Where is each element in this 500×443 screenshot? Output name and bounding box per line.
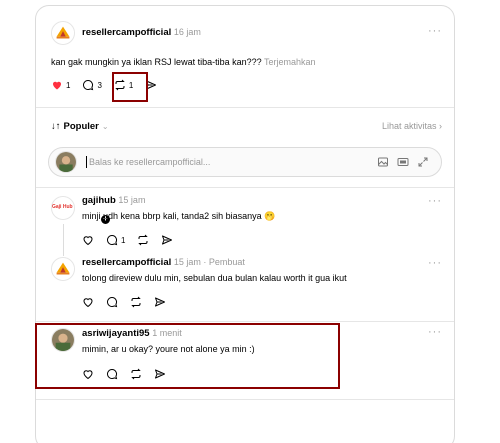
repost-icon (137, 234, 149, 246)
repost-button[interactable] (137, 234, 149, 246)
like-button[interactable] (82, 234, 94, 246)
heart-icon (82, 296, 94, 308)
share-icon (145, 79, 157, 91)
more-icon[interactable]: ··· (428, 257, 442, 269)
view-activity-link[interactable]: Lihat aktivitas › (382, 121, 442, 131)
reply-meta: 15 jam · Pembuat (173, 257, 245, 267)
reply-author[interactable]: asriwijayanti95 1 menit (82, 328, 182, 339)
reply-avatar[interactable] (51, 257, 75, 281)
current-user-avatar (55, 151, 77, 173)
image-icon[interactable] (377, 156, 389, 168)
divider (36, 187, 454, 188)
post-time: 16 jam (173, 27, 201, 37)
post-text: kan gak mungkin ya iklan RSJ lewat tiba-… (51, 57, 262, 67)
like-count: 1 (66, 80, 71, 90)
reply-text: tolong direview dulu min, sebulan dua bu… (82, 273, 347, 283)
chevron-down-icon: ⌄ (101, 122, 109, 131)
sort-label: Populer (63, 121, 99, 132)
translate-link[interactable]: Terjemahkan (264, 57, 316, 67)
repost-icon (130, 368, 142, 380)
more-icon[interactable]: ··· (428, 326, 442, 338)
divider (36, 321, 454, 322)
heart-icon (82, 368, 94, 380)
reply-tools (369, 156, 429, 168)
share-icon (161, 234, 173, 246)
reply-author[interactable]: resellercampofficial 15 jam · Pembuat (82, 257, 245, 268)
reply-avatar[interactable] (51, 328, 75, 352)
repost-button[interactable] (130, 368, 142, 380)
reply-author[interactable]: gajihub 15 jam (82, 195, 145, 206)
reply-text: minji udh kena bbrp kali, tanda2 sih bia… (82, 211, 276, 221)
heart-icon (51, 79, 63, 91)
reply-author-name[interactable]: asriwijayanti95 (82, 328, 150, 339)
divider (36, 107, 454, 108)
repost-icon (130, 296, 142, 308)
share-icon (154, 296, 166, 308)
text-caret (86, 156, 87, 168)
share-icon (154, 368, 166, 380)
reply-actions: 1 (82, 234, 185, 246)
avatar-label: Gaji Hub (52, 204, 73, 210)
like-button[interactable]: 1 (51, 79, 70, 91)
thread-line (63, 224, 64, 256)
post-author-name[interactable]: resellercampofficial (82, 27, 171, 38)
heart-icon (82, 234, 94, 246)
repost-icon (114, 79, 126, 91)
gif-icon[interactable] (397, 156, 409, 168)
comment-button[interactable]: 1 (106, 234, 125, 246)
share-button[interactable] (154, 296, 166, 308)
like-button[interactable] (82, 296, 94, 308)
share-button[interactable] (145, 79, 157, 91)
author-avatar[interactable] (51, 21, 75, 45)
repost-button[interactable] (130, 296, 142, 308)
post-text-line: kan gak mungkin ya iklan RSJ lewat tiba-… (51, 57, 316, 67)
reply-actions (82, 368, 178, 380)
comment-icon (106, 368, 118, 380)
comment-button[interactable] (106, 368, 118, 380)
more-icon[interactable]: ··· (428, 195, 442, 207)
comment-icon (106, 234, 118, 246)
thread-card: resellercampofficial 16 jam ··· kan gak … (35, 5, 455, 443)
repost-button[interactable]: 1 (114, 79, 133, 91)
sort-icon: ↓↑ (51, 121, 61, 132)
reply-input[interactable]: Balas ke resellercampofficial... (48, 147, 442, 177)
more-icon[interactable]: ··· (428, 25, 442, 37)
reply-author-name[interactable]: gajihub (82, 195, 116, 206)
comment-icon (106, 296, 118, 308)
share-button[interactable] (154, 368, 166, 380)
comment-count: 3 (97, 80, 102, 90)
reply-author-name[interactable]: resellercampofficial (82, 257, 171, 268)
post-actions: 1 3 1 (51, 79, 169, 91)
comment-button[interactable] (106, 296, 118, 308)
expand-icon[interactable] (417, 156, 429, 168)
reply-time: 15 jam (118, 195, 146, 205)
reply-actions (82, 296, 178, 308)
divider (36, 399, 454, 400)
share-button[interactable] (161, 234, 173, 246)
reply-time: 1 menit (152, 328, 182, 338)
reply-text: mimin, ar u okay? youre not alone ya min… (82, 344, 255, 354)
comment-count: 1 (121, 235, 126, 245)
post-author[interactable]: resellercampofficial 16 jam (82, 27, 201, 38)
comment-icon (82, 79, 94, 91)
like-button[interactable] (82, 368, 94, 380)
sort-dropdown[interactable]: ↓↑ Populer ⌄ (51, 121, 109, 132)
reply-placeholder: Balas ke resellercampofficial... (89, 157, 211, 167)
comment-button[interactable]: 3 (82, 79, 102, 91)
repost-count: 1 (128, 80, 134, 90)
